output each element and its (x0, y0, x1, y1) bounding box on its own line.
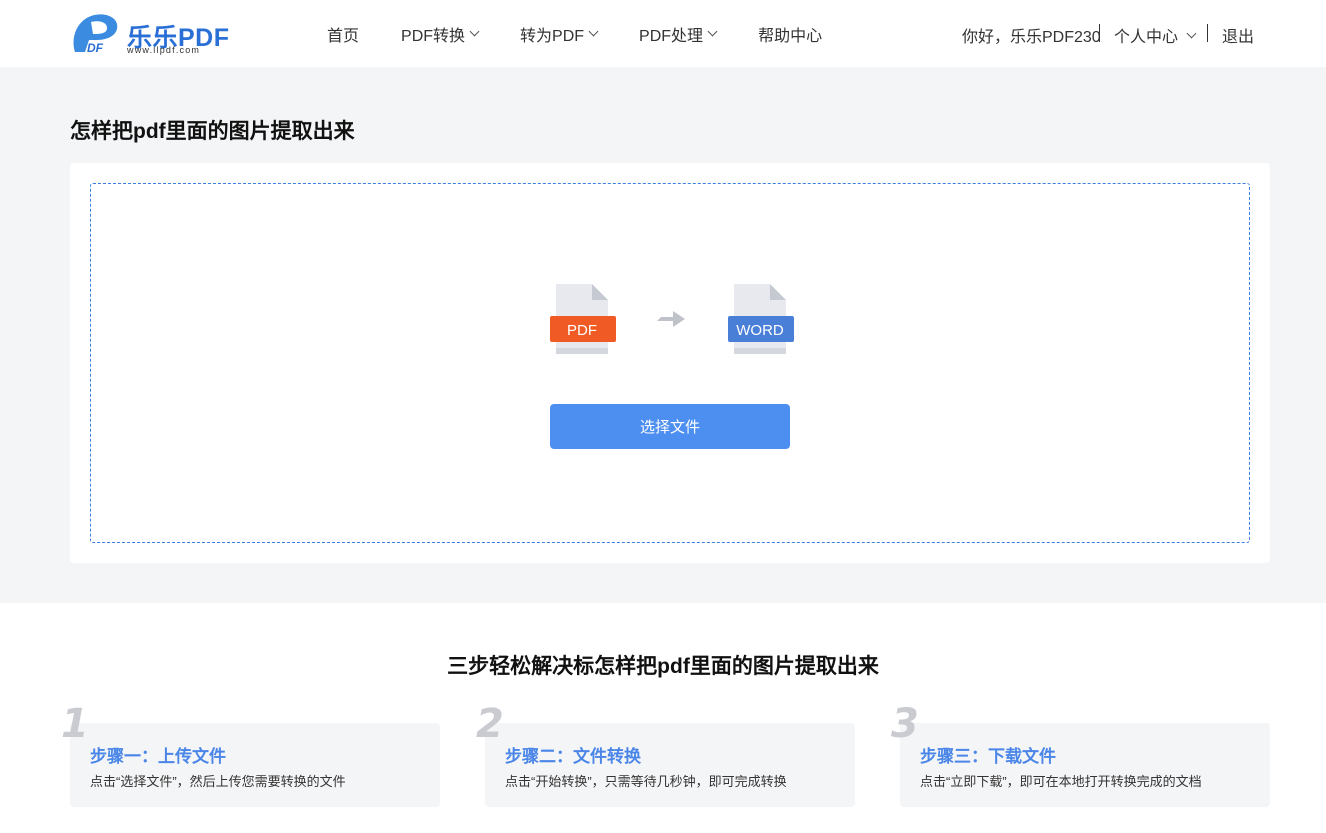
step-card: 2 步骤二：文件转换 点击“开始转换”，只需等待几秒钟，即可完成转换 (476, 701, 855, 807)
step-description: 点击“立即下载”，即可在本地打开转换完成的文档 (920, 774, 1202, 789)
top-header: DF 乐乐PDF www.llpdf.com 首页 PDF转换 转为PDF PD… (0, 0, 1326, 67)
nav-help-center[interactable]: 帮助中心 (758, 22, 822, 46)
logo-mark-icon: DF (73, 14, 118, 54)
select-file-button[interactable]: 选择文件 (550, 404, 790, 449)
nav-pdf-convert-label: PDF转换 (401, 27, 466, 45)
user-center-label: 个人中心 (1114, 29, 1179, 46)
step-number: 1 (61, 701, 89, 747)
step-card: 3 步骤三：下载文件 点击“立即下载”，即可在本地打开转换完成的文档 (891, 701, 1270, 807)
nav-help-center-label: 帮助中心 (758, 27, 823, 45)
user-center-menu[interactable]: 个人中心 (1114, 23, 1197, 47)
nav-to-pdf[interactable]: 转为PDF (520, 22, 599, 46)
logo-url-text: www.llpdf.com (127, 45, 201, 55)
step-description: 点击“开始转换”，只需等待几秒钟，即可完成转换 (505, 774, 787, 789)
nav-home-label: 首页 (327, 27, 360, 45)
pdf-format-label: PDF (567, 322, 597, 339)
chevron-down-icon (469, 26, 480, 37)
chevron-down-icon (1186, 28, 1197, 38)
nav-pdf-process[interactable]: PDF处理 (639, 22, 718, 46)
chevron-down-icon (588, 26, 599, 37)
step-title: 步骤一：上传文件 (90, 747, 226, 766)
step-number: 3 (891, 701, 919, 747)
steps-title: 三步轻松解决标怎样把pdf里面的图片提取出来 (447, 655, 879, 678)
user-area: 你好，乐乐PDF230 个人中心 退出 (946, 0, 1326, 67)
word-file-icon: WORD (728, 284, 794, 354)
step-title: 步骤二：文件转换 (505, 747, 641, 766)
step-description: 点击“选择文件”，然后上传您需要转换的文件 (90, 774, 346, 789)
step-card: 1 步骤一：上传文件 点击“选择文件”，然后上传您需要转换的文件 (61, 701, 440, 807)
site-logo[interactable]: DF 乐乐PDF www.llpdf.com (69, 12, 239, 56)
divider (1099, 24, 1100, 42)
page-title: 怎样把pdf里面的图片提取出来 (70, 120, 355, 143)
svg-text:DF: DF (87, 41, 104, 54)
step-number: 2 (476, 701, 504, 747)
chevron-down-icon (707, 26, 718, 37)
step-title: 步骤三：下载文件 (920, 747, 1056, 766)
arrow-right-icon (657, 311, 685, 327)
logout-link[interactable]: 退出 (1222, 23, 1254, 47)
divider (1207, 24, 1208, 42)
nav-pdf-process-label: PDF处理 (639, 27, 704, 45)
file-dropzone[interactable]: PDF WORD 选择文件 (90, 183, 1250, 543)
pdf-file-icon: PDF (550, 284, 616, 354)
nav-pdf-convert[interactable]: PDF转换 (401, 22, 480, 46)
user-greeting: 你好，乐乐PDF230 (962, 29, 1101, 46)
nav-home[interactable]: 首页 (327, 22, 359, 46)
word-format-label: WORD (736, 322, 784, 339)
nav-to-pdf-label: 转为PDF (520, 27, 585, 45)
main-section: 怎样把pdf里面的图片提取出来 PDF WORD 选择文件 (0, 67, 1326, 603)
upload-card: PDF WORD 选择文件 (70, 163, 1270, 563)
main-nav: 首页 PDF转换 转为PDF PDF处理 帮助中心 (310, 0, 864, 67)
